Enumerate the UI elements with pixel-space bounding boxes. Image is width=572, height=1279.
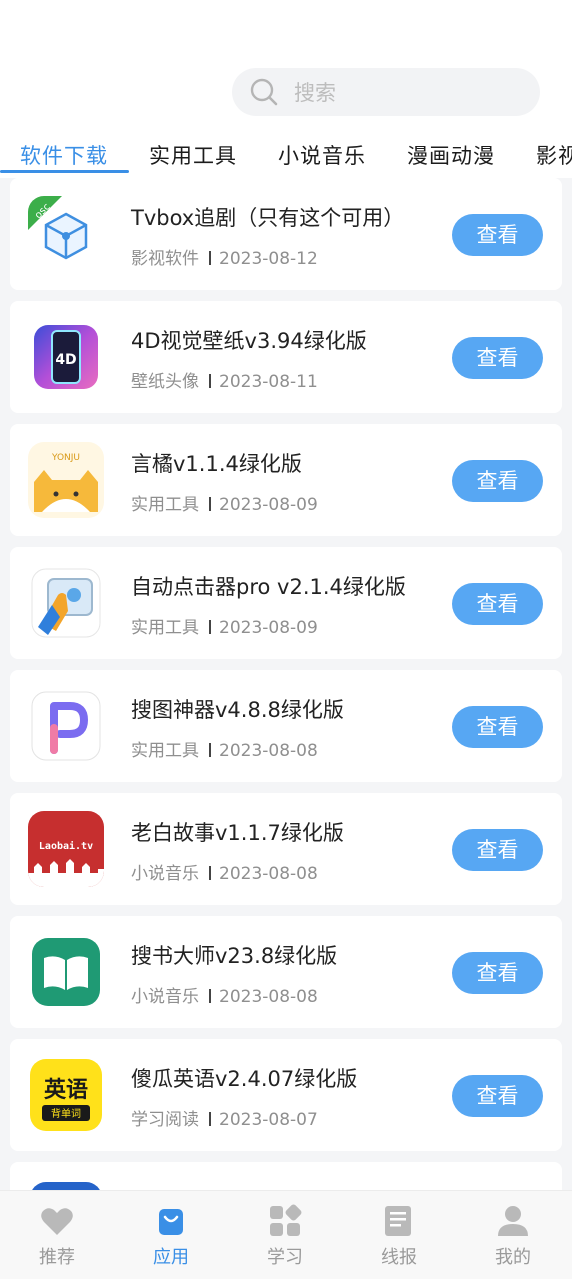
app-date: 2023-08-08 [219,987,318,1007]
icon-yonju-text: YONJU [51,453,80,463]
icon-laobai-text: Laobai.tv [39,840,93,852]
search-bar[interactable]: 搜索 [232,68,540,116]
view-button[interactable]: 查看 [452,952,543,994]
app-icon-english: 英语 背单词 [28,1057,104,1133]
app-title: 傻瓜英语v2.4.07绿化版 [131,1067,358,1091]
grid-icon [270,1204,302,1236]
view-button[interactable]: 查看 [452,1075,543,1117]
nav-profile[interactable]: 我的 [456,1191,570,1279]
app-date: 2023-08-11 [219,372,318,392]
view-button[interactable]: 查看 [452,214,543,256]
tab-tools[interactable]: 实用工具 [149,140,237,170]
nav-label: 推荐 [39,1247,75,1268]
meta-separator [209,989,211,1003]
heart-icon [41,1208,73,1235]
meta-separator [209,497,211,511]
list-item[interactable]: 4D 4D视觉壁纸v3.94绿化版 壁纸头像 2023-08-11 查看 [10,301,562,413]
app-meta: 壁纸头像 2023-08-11 [131,367,318,392]
news-icon [385,1206,411,1236]
top-bar: 搜索 软件下载 实用工具 小说音乐 漫画动漫 影视 [0,0,572,178]
app-title: 搜书大师v23.8绿化版 [131,944,338,968]
meta-separator [209,743,211,757]
view-button[interactable]: 查看 [452,829,543,871]
nav-recommend[interactable]: 推荐 [0,1191,114,1279]
app-category: 影视软件 [131,249,199,269]
app-category: 小说音乐 [131,864,199,884]
nav-label: 线报 [381,1247,417,1268]
app-meta: 实用工具 2023-08-09 [131,490,318,515]
bag-icon [159,1209,183,1235]
app-meta: 小说音乐 2023-08-08 [131,859,318,884]
app-date: 2023-08-09 [219,618,318,638]
app-title: 4D视觉壁纸v3.94绿化版 [131,329,367,353]
app-date: 2023-08-07 [219,1110,318,1130]
list-item[interactable]: 搜书大师v23.8绿化版 小说音乐 2023-08-08 查看 [10,916,562,1028]
app-date: 2023-08-08 [219,864,318,884]
app-category: 小说音乐 [131,987,199,1007]
app-icon-yanju: YONJU [28,442,104,518]
app-icon-tvbox: osc [28,196,104,272]
icon-4d-text: 4D [55,352,76,368]
app-meta: 影视软件 2023-08-12 [131,244,318,269]
meta-separator [209,866,211,880]
app-meta: 实用工具 2023-08-09 [131,613,318,638]
app-date: 2023-08-08 [219,741,318,761]
app-icon-4d-wallpaper: 4D [28,319,104,395]
list-item[interactable]: osc Tvbox追剧（只有这个可用） 影视软件 2023-08-12 查看 [10,178,562,290]
app-icon-image-search [28,688,104,764]
active-tab-indicator [0,170,129,173]
list-item[interactable]: Laobai.tv 老白故事v1.1.7绿化版 小说音乐 2023-08-08 查… [10,793,562,905]
app-date: 2023-08-12 [219,249,318,269]
app-date: 2023-08-09 [219,495,318,515]
nav-news[interactable]: 线报 [342,1191,456,1279]
list-item[interactable]: 自动点击器pro v2.1.4绿化版 实用工具 2023-08-09 查看 [10,547,562,659]
app-icon-auto-clicker [28,565,104,641]
app-title: 老白故事v1.1.7绿化版 [131,821,344,845]
tab-software[interactable]: 软件下载 [20,140,108,170]
app-category: 学习阅读 [131,1110,199,1130]
app-icon-book-search [28,934,104,1010]
tab-video[interactable]: 影视 [536,140,572,170]
nav-label: 我的 [495,1247,531,1268]
nav-apps[interactable]: 应用 [114,1191,228,1279]
app-category: 壁纸头像 [131,372,199,392]
icon-english-subtext: 背单词 [51,1107,81,1120]
app-meta: 小说音乐 2023-08-08 [131,982,318,1007]
app-meta: 学习阅读 2023-08-07 [131,1105,318,1130]
view-button[interactable]: 查看 [452,706,543,748]
search-icon [250,78,278,106]
view-button[interactable]: 查看 [452,460,543,502]
app-meta: 实用工具 2023-08-08 [131,736,318,761]
meta-separator [209,251,211,265]
app-title: Tvbox追剧（只有这个可用） [131,206,405,230]
meta-separator [209,620,211,634]
view-button[interactable]: 查看 [452,583,543,625]
app-title: 自动点击器pro v2.1.4绿化版 [131,575,406,599]
bottom-nav: 推荐 应用 学习 线报 我的 [0,1190,572,1279]
list-item[interactable]: YONJU 言橘v1.1.4绿化版 实用工具 2023-08-09 查看 [10,424,562,536]
nav-label: 应用 [153,1247,189,1268]
tab-novel-music[interactable]: 小说音乐 [278,140,366,170]
user-icon [498,1206,528,1236]
icon-english-text: 英语 [44,1078,88,1103]
search-placeholder: 搜索 [294,81,336,105]
tab-comics[interactable]: 漫画动漫 [407,140,495,170]
view-button[interactable]: 查看 [452,337,543,379]
app-category: 实用工具 [131,741,199,761]
app-category: 实用工具 [131,495,199,515]
nav-label: 学习 [267,1247,303,1268]
meta-separator [209,374,211,388]
app-category: 实用工具 [131,618,199,638]
nav-study[interactable]: 学习 [228,1191,342,1279]
app-icon-laobai: Laobai.tv [28,811,104,887]
app-title: 言橘v1.1.4绿化版 [131,452,302,476]
meta-separator [209,1112,211,1126]
app-title: 搜图神器v4.8.8绿化版 [131,698,344,722]
list-item[interactable]: 英语 背单词 傻瓜英语v2.4.07绿化版 学习阅读 2023-08-07 查看 [10,1039,562,1151]
list-item[interactable]: 搜图神器v4.8.8绿化版 实用工具 2023-08-08 查看 [10,670,562,782]
